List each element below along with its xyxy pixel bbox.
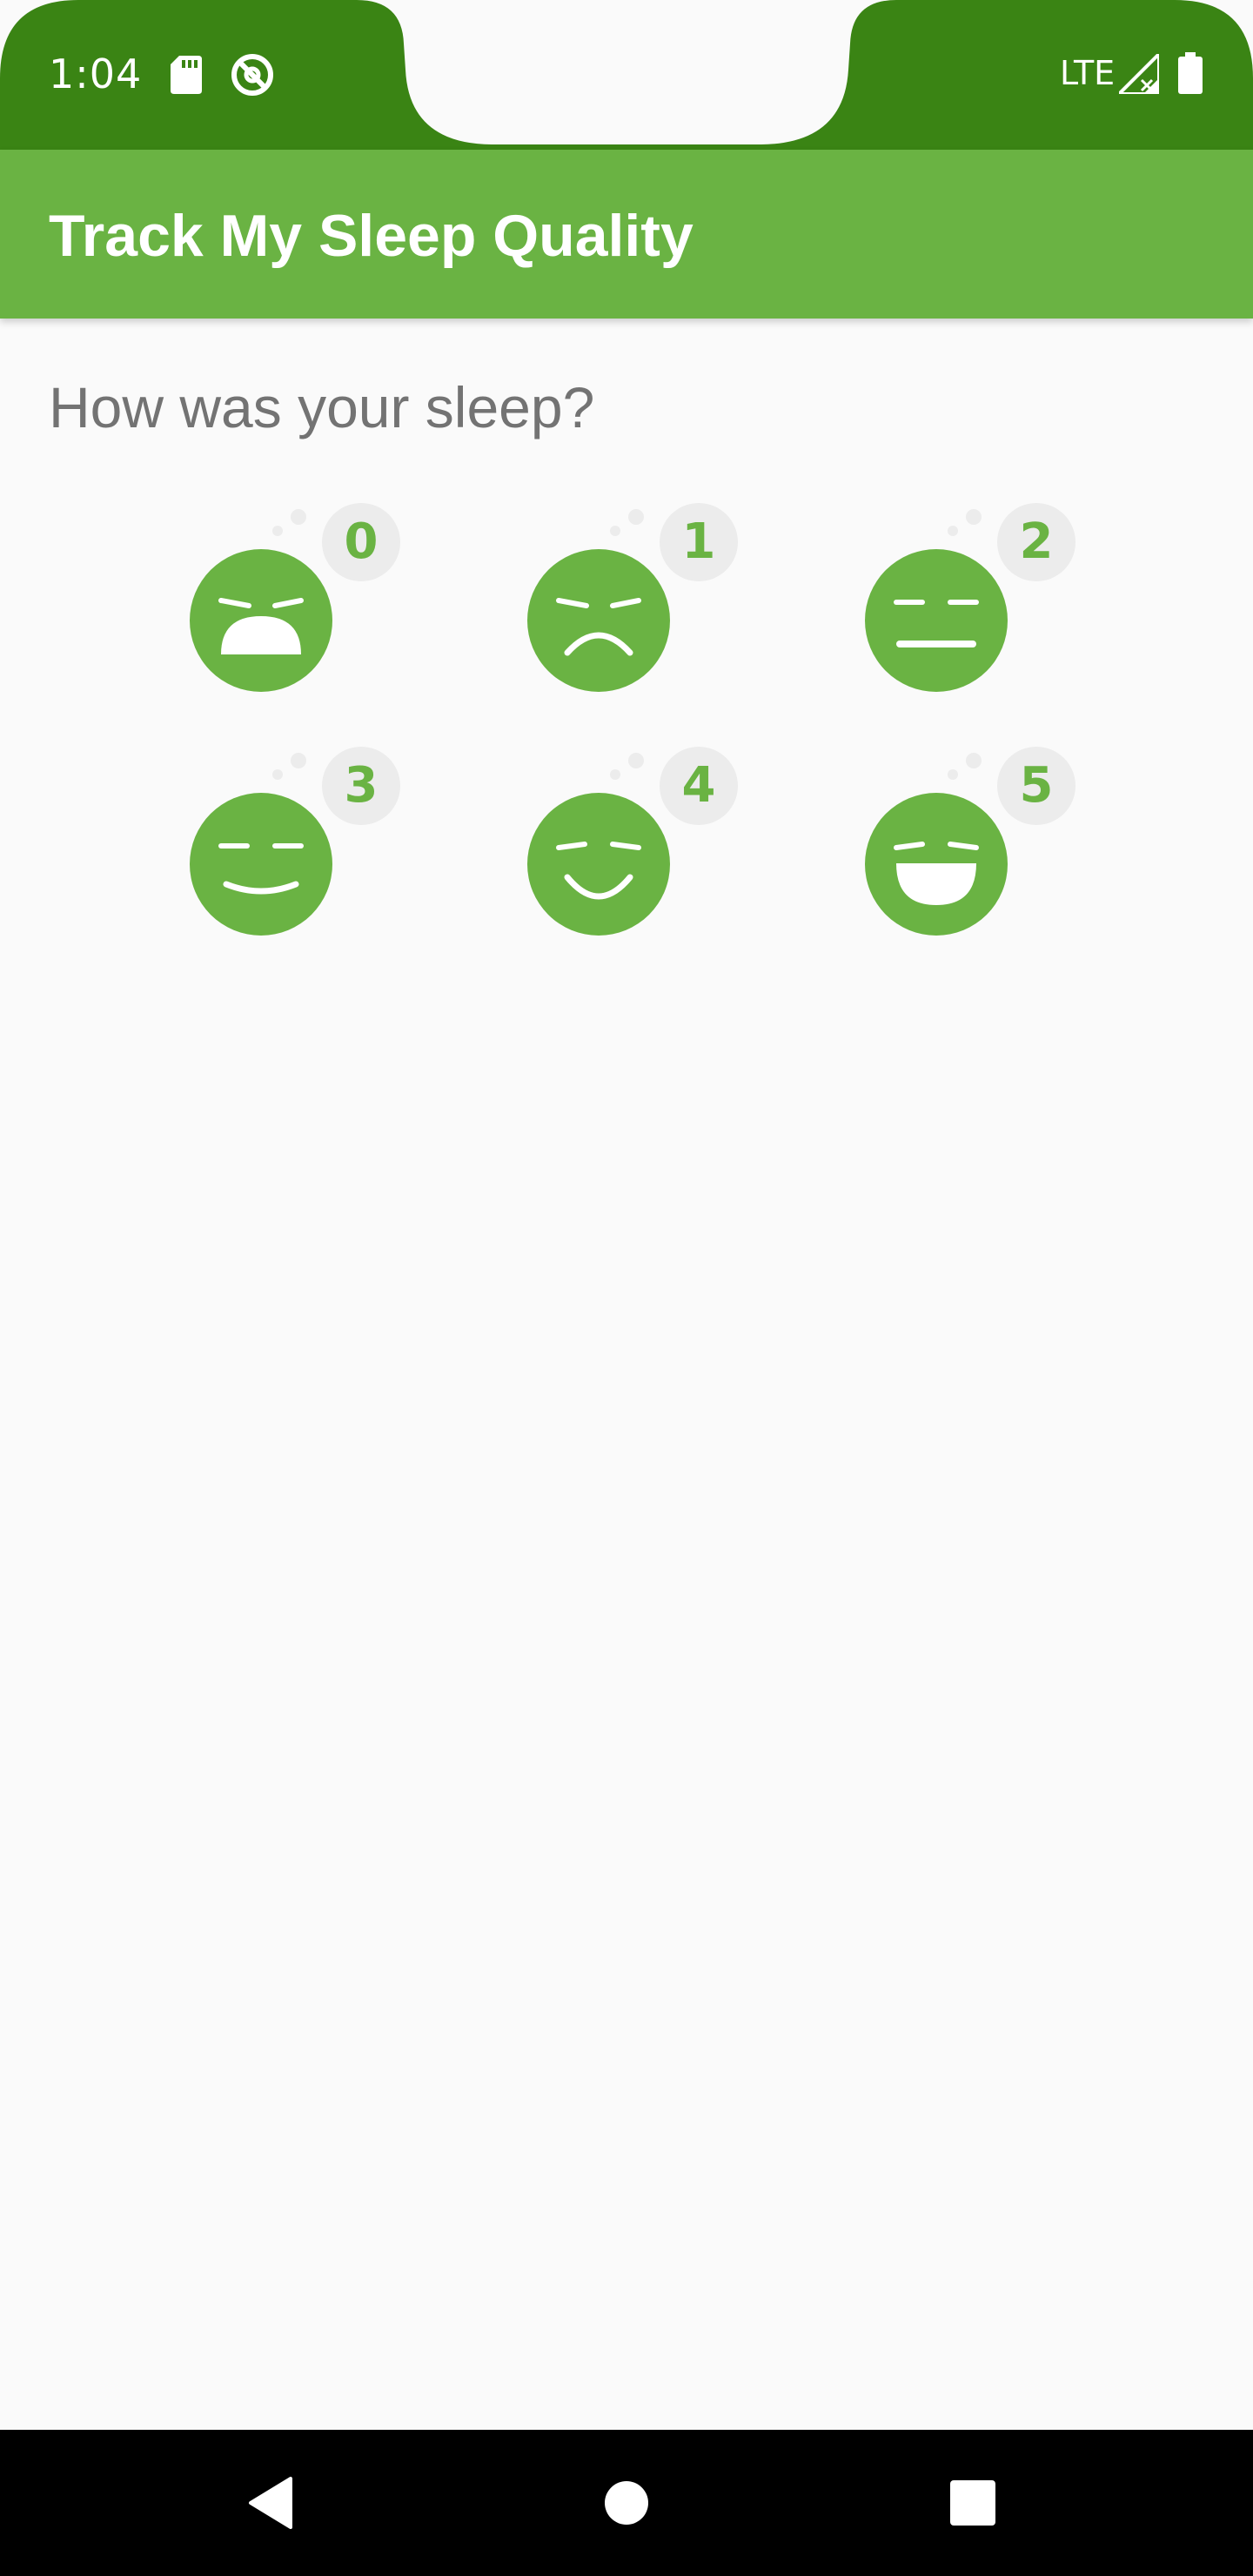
quality-option-4[interactable]: 4 (494, 731, 755, 966)
sleep-question-label: How was your sleep? (49, 375, 595, 439)
quality-value-label: 1 (681, 513, 716, 570)
navigation-bar (0, 2430, 1253, 2576)
quality-value-label: 3 (344, 757, 379, 814)
quality-value-label: 2 (1019, 513, 1054, 570)
quality-value-label: 4 (681, 757, 716, 814)
signal-icon (1119, 54, 1159, 94)
recents-icon[interactable] (938, 2468, 1008, 2538)
quality-value-label: 0 (344, 513, 379, 570)
status-bar: 1:04 LTE (0, 0, 1253, 150)
sleep-quality-screen: 1:04 LTE Track My Sleep Quality How was … (0, 0, 1253, 2576)
sleep-quality-grid: 0 1 2 3 4 5 (157, 487, 1096, 957)
quality-option-2[interactable]: 2 (832, 487, 1093, 722)
back-icon[interactable] (240, 2468, 310, 2538)
quality-option-0[interactable]: 0 (157, 487, 418, 722)
quality-option-1[interactable]: 1 (494, 487, 755, 722)
app-bar: Track My Sleep Quality (0, 150, 1253, 319)
quality-value-label: 5 (1019, 757, 1054, 814)
do-not-disturb-icon (231, 54, 273, 96)
quality-option-5[interactable]: 5 (832, 731, 1093, 966)
sd-card-icon (171, 56, 202, 94)
quality-option-3[interactable]: 3 (157, 731, 418, 966)
home-icon[interactable] (592, 2468, 661, 2538)
status-time: 1:04 (49, 50, 143, 97)
battery-icon (1178, 52, 1203, 94)
app-title: Track My Sleep Quality (49, 203, 694, 269)
network-type: LTE (1060, 54, 1116, 92)
